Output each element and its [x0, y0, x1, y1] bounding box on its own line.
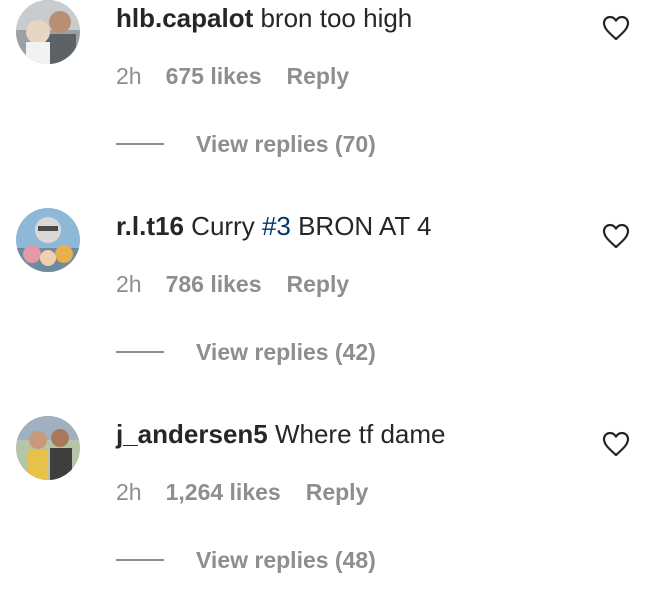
comment-time: 2h	[116, 271, 142, 297]
heart-outline-icon	[602, 15, 630, 41]
view-replies-button[interactable]: View replies (70)	[196, 129, 376, 159]
comment-username[interactable]: j_andersen5	[116, 419, 268, 449]
user-avatar[interactable]	[16, 416, 80, 480]
reply-button[interactable]: Reply	[287, 62, 350, 90]
comment-text: hlb.capalot bron too high	[116, 2, 412, 34]
comment-likes[interactable]: 675 likes	[166, 62, 262, 90]
comment-body-rest: BRON AT 4	[290, 211, 432, 241]
avatar-photo-icon	[16, 0, 80, 64]
comment-item: j_andersen5 Where tf dame 2h 1,264 likes R…	[0, 416, 648, 616]
replies-divider	[116, 351, 164, 353]
view-replies-button[interactable]: View replies (42)	[196, 337, 376, 367]
comment-username[interactable]: hlb.capalot	[116, 3, 253, 33]
view-replies-button[interactable]: View replies (48)	[196, 545, 376, 575]
comment-body: bron too high	[253, 3, 413, 33]
comment-meta: 2h 786 likes Reply	[116, 270, 349, 298]
like-button[interactable]	[602, 223, 630, 249]
comment-meta: 2h 675 likes Reply	[116, 62, 349, 90]
like-button[interactable]	[602, 15, 630, 41]
reply-button[interactable]: Reply	[306, 478, 369, 506]
replies-divider	[116, 143, 164, 145]
comment-text: j_andersen5 Where tf dame	[116, 418, 445, 450]
like-button[interactable]	[602, 431, 630, 457]
user-avatar[interactable]	[16, 0, 80, 64]
comment-body: Curry	[183, 211, 262, 241]
hashtag-link[interactable]: #3	[262, 211, 291, 241]
avatar-photo-icon	[16, 208, 80, 272]
heart-outline-icon	[602, 431, 630, 457]
reply-button[interactable]: Reply	[287, 270, 350, 298]
comment-item: hlb.capalot bron too high 2h 675 likes Rep…	[0, 0, 648, 200]
comment-likes[interactable]: 786 likes	[166, 270, 262, 298]
comment-time: 2h	[116, 63, 142, 89]
replies-divider	[116, 559, 164, 561]
heart-outline-icon	[602, 223, 630, 249]
comment-likes[interactable]: 1,264 likes	[166, 478, 281, 506]
comment-meta: 2h 1,264 likes Reply	[116, 478, 368, 506]
avatar-photo-icon	[16, 416, 80, 480]
comment-item: r.l.t16 Curry #3 BRON AT 4 2h 786 likes Re…	[0, 208, 648, 408]
comment-text: r.l.t16 Curry #3 BRON AT 4	[116, 210, 432, 242]
comment-username[interactable]: r.l.t16	[116, 211, 184, 241]
user-avatar[interactable]	[16, 208, 80, 272]
comment-time: 2h	[116, 479, 142, 505]
comment-body: Where tf dame	[267, 419, 446, 449]
